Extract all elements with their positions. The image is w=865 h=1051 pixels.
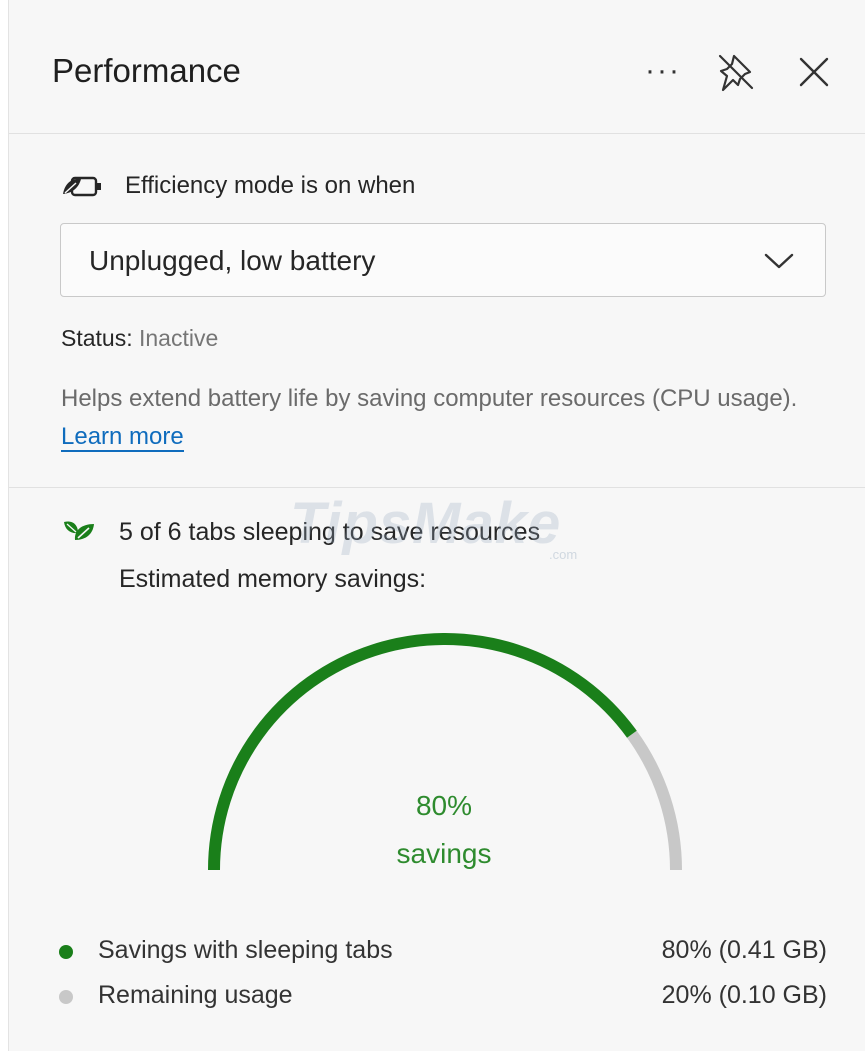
help-text: Helps extend battery life by saving comp… [61, 385, 798, 412]
efficiency-help-text: Helps extend battery life by saving comp… [61, 380, 836, 456]
watermark-logo: TipsMake [290, 491, 562, 556]
gauge-savings-arc [208, 633, 637, 871]
legend-remaining-amount: 20% (0.10 GB) [661, 981, 827, 1009]
close-button[interactable] [792, 50, 836, 94]
battery-leaf-icon [63, 176, 101, 197]
status-label: Status: [61, 325, 133, 351]
legend-savings-label: Savings with sleeping tabs [98, 936, 393, 964]
chevron-down-icon [764, 253, 794, 269]
section-divider [9, 487, 865, 488]
legend-remaining-row: Remaining usage 20% (0.10 GB) [9, 979, 865, 1015]
status-value: Inactive [139, 325, 219, 351]
efficiency-mode-dropdown[interactable]: Unplugged, low battery [60, 223, 826, 297]
panel-header: Performance ··· [9, 0, 865, 134]
more-options-button[interactable]: ··· [639, 50, 683, 94]
gauge-percent: 80% [415, 790, 473, 821]
memory-savings-label: Estimated memory savings: [119, 565, 427, 593]
panel-title: Performance [52, 52, 241, 89]
dropdown-selected-value: Unplugged, low battery [89, 245, 376, 276]
legend-remaining-label: Remaining usage [98, 981, 293, 1009]
close-icon [799, 57, 829, 87]
legend-savings-dot [59, 945, 73, 959]
performance-panel: Performance ··· Efficiency mode is on wh… [8, 0, 865, 1051]
legend-savings-amount: 80% (0.41 GB) [661, 936, 827, 964]
watermark-suffix: .com [549, 547, 578, 562]
efficiency-mode-label: Efficiency mode is on when [125, 172, 416, 199]
more-horizontal-icon: ··· [645, 54, 681, 87]
leaves-icon [64, 521, 94, 540]
learn-more-link[interactable]: Learn more [61, 423, 184, 452]
gauge-caption: savings [396, 838, 492, 869]
legend-savings-row: Savings with sleeping tabs 80% (0.41 GB) [9, 934, 865, 970]
legend-remaining-dot [59, 990, 73, 1004]
unpin-button[interactable] [714, 50, 758, 94]
efficiency-status: Status: Inactive [61, 325, 218, 352]
unpin-icon [718, 54, 754, 92]
